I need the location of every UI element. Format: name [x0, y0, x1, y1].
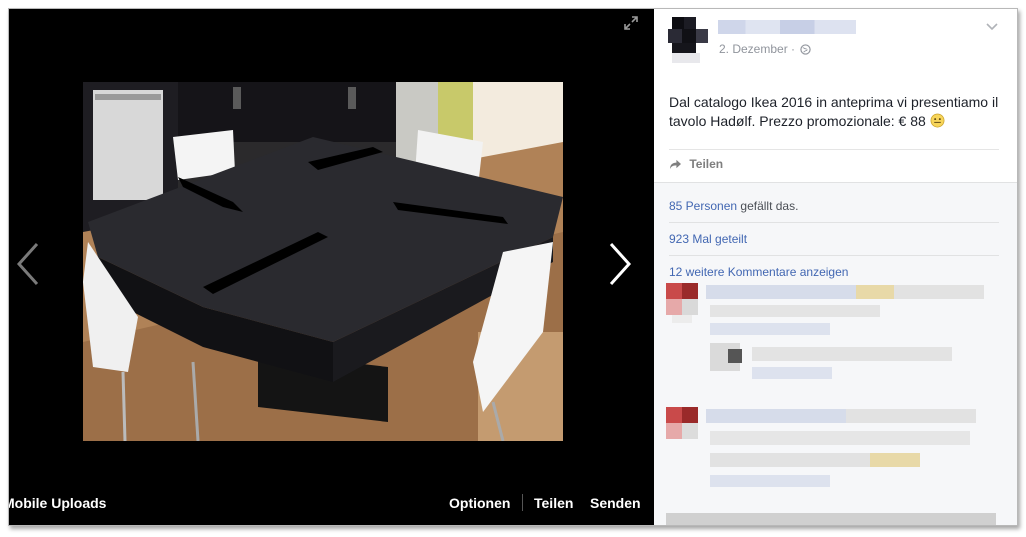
- pixelated-comment: [666, 283, 984, 379]
- globe-icon[interactable]: [800, 44, 812, 55]
- expand-icon[interactable]: [623, 15, 639, 31]
- social-section: 85 Personen gefällt das. 923 Mal geteilt…: [654, 182, 1017, 525]
- post-meta: 2. Dezember ·: [719, 42, 812, 56]
- avatar[interactable]: [668, 17, 708, 65]
- share-button[interactable]: Teilen: [534, 495, 573, 511]
- divider: [669, 255, 999, 256]
- shares-link[interactable]: 923 Mal geteilt: [669, 232, 747, 246]
- share-label: Teilen: [689, 157, 724, 171]
- smiley-emoji-icon: [930, 113, 945, 128]
- likes-summary: 85 Personen gefällt das.: [669, 199, 798, 213]
- table-photo-illustration: [83, 82, 563, 441]
- chevron-left-icon[interactable]: [13, 241, 43, 287]
- options-button[interactable]: Optionen: [449, 495, 510, 511]
- viewer-action-bar: Mobile Uploads Optionen Teilen Senden: [9, 489, 654, 517]
- chevron-right-icon[interactable]: [605, 241, 635, 287]
- pixelated-comment: [666, 407, 996, 525]
- comment-redacted: [666, 283, 1006, 393]
- send-button[interactable]: Senden: [590, 495, 641, 511]
- likes-count-link[interactable]: 85 Personen: [669, 199, 737, 213]
- post-message-text: Dal catalogo Ikea 2016 in anteprima vi p…: [669, 94, 999, 129]
- photo-theater: Mobile Uploads Optionen Teilen Senden 2.…: [8, 8, 1018, 526]
- album-link[interactable]: Mobile Uploads: [9, 495, 106, 511]
- divider: [669, 222, 999, 223]
- more-comments-link[interactable]: 12 weitere Kommentare anzeigen: [669, 265, 848, 279]
- share-link[interactable]: Teilen: [669, 157, 723, 171]
- divider: [669, 149, 999, 150]
- comment-redacted: [666, 403, 1006, 525]
- author-name-redacted[interactable]: [718, 20, 856, 34]
- photo-viewer: Mobile Uploads Optionen Teilen Senden: [9, 9, 654, 525]
- meta-separator: ·: [791, 42, 796, 56]
- post-photo[interactable]: [83, 82, 563, 441]
- chevron-down-icon[interactable]: [986, 23, 998, 31]
- action-divider: [522, 494, 523, 511]
- likes-suffix: gefällt das.: [737, 199, 799, 213]
- post-date[interactable]: 2. Dezember: [719, 42, 788, 56]
- post-sidebar: 2. Dezember · Dal catalogo Ikea 2016 in …: [654, 9, 1017, 525]
- share-arrow-icon: [670, 159, 681, 170]
- post-message: Dal catalogo Ikea 2016 in anteprima vi p…: [669, 93, 1004, 131]
